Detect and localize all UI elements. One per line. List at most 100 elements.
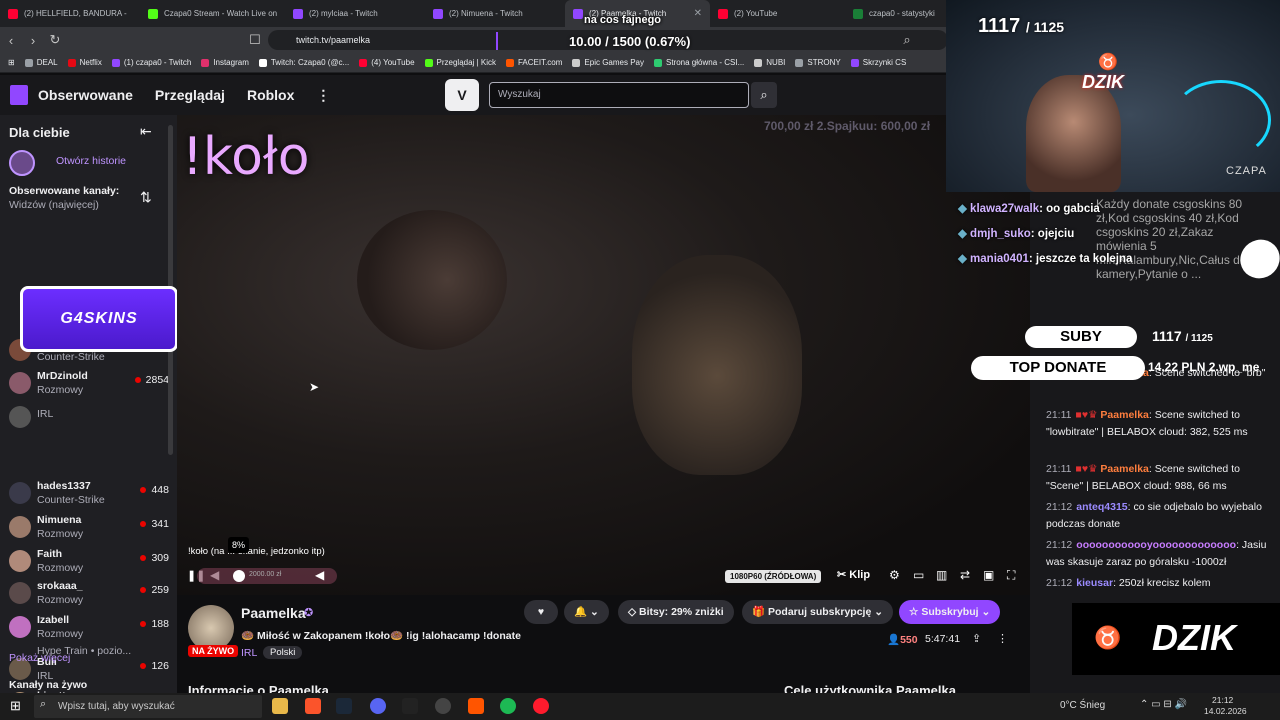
bookmark-item[interactable]: DEAL (24, 58, 58, 67)
category-link[interactable]: IRL (241, 647, 257, 659)
bookmark-item[interactable]: Netflix (67, 58, 102, 67)
file-explorer-icon[interactable] (272, 698, 288, 714)
obs-icon[interactable] (435, 698, 451, 714)
fullscreen-icon[interactable]: ⛶ (1007, 568, 1015, 583)
chat-username[interactable]: anteq4315 (1076, 501, 1127, 513)
theatre-icon[interactable]: ▥ (936, 568, 947, 582)
sidebar-channel[interactable]: Nimuena Rozmowy 341 (9, 514, 169, 546)
apps-grid-icon[interactable]: ⊞ (8, 58, 15, 67)
bookmark-item[interactable]: Strona główna - CSI... (654, 58, 744, 67)
epic-icon[interactable] (402, 698, 418, 714)
search-icon[interactable]: ⌕ (751, 82, 777, 108)
bookmark-item[interactable]: (4) YouTube (359, 58, 415, 67)
webcam-overlay: 1117 / 1125 DZIK ♉ CZAPA (946, 0, 1280, 192)
sidebar-channel[interactable]: MrDzinold Rozmowy 2854 (9, 370, 169, 402)
chat-username[interactable]: oooooooooooyooooooooooooo (1076, 539, 1236, 551)
weather[interactable]: 0°C Śnieg (1060, 700, 1105, 711)
back-icon[interactable]: ‹ (0, 33, 22, 48)
sidebar-channel[interactable]: IRL (9, 404, 169, 436)
swap-icon[interactable]: ⇄ (960, 568, 970, 582)
live-channels-heading: Kanały na żywo (9, 679, 88, 691)
settings-icon[interactable]: ⚙ (889, 568, 900, 582)
browser-tab[interactable]: (2) HELLFIELD, BANDURA - (0, 0, 140, 27)
chat-username[interactable]: Paamelka (1100, 463, 1148, 475)
bookmark-label: Przeglądaj | Kick (436, 58, 496, 67)
faceit-icon[interactable] (468, 698, 484, 714)
bookmark-favicon-icon (359, 58, 368, 67)
video-player[interactable]: !koło 700,00 zł 2.Spajkuu: 600,00 zł ➤ !… (177, 115, 1030, 595)
tab-label: (2) HELLFIELD, BANDURA - (24, 9, 127, 18)
site-logo-icon[interactable]: V (445, 79, 479, 111)
chat-badges-icon: ■♥♛ (1075, 409, 1101, 421)
sidebar-channel[interactable]: hades1337 Counter-Strike 448 (9, 480, 169, 512)
browser-tab[interactable]: (2) Nimuena - Twitch (425, 0, 565, 27)
overlay-chat-colon: : (1028, 253, 1036, 265)
more-options-icon[interactable]: ⋮ (997, 632, 1008, 645)
nav-following[interactable]: Obserwowane (38, 87, 133, 103)
channel-game: IRL (37, 408, 54, 420)
sidebar-channel[interactable]: srokaaa_ Rozmowy 259 (9, 580, 169, 612)
discord-icon[interactable] (370, 698, 386, 714)
chevron-down-icon: ⌄ (871, 606, 884, 618)
show-more-link[interactable]: Pokaż więcej (9, 652, 70, 664)
g4skins-text: G4SKINS (60, 310, 138, 327)
forward-icon[interactable]: › (22, 33, 44, 48)
stories-avatar[interactable] (9, 150, 35, 176)
browser-tab[interactable]: (2) YouTube (710, 0, 845, 27)
windows-start-icon[interactable]: ⊞ (10, 698, 21, 714)
tray-icons[interactable]: ⌃ ▭ ⊟ 🔊 (1140, 699, 1187, 710)
channel-name[interactable]: Paamelka (241, 605, 306, 621)
tab-favicon-icon (853, 8, 863, 19)
opera-icon[interactable] (533, 698, 549, 714)
bookmark-item[interactable]: Epic Games Pay (572, 58, 644, 67)
volume-slider-thumb[interactable] (233, 570, 245, 582)
zoom-icon[interactable]: ⌕ (896, 32, 918, 48)
brave-icon[interactable] (305, 698, 321, 714)
bookmark-item[interactable]: FACEIT.com (505, 58, 562, 67)
more-icon[interactable]: ⋮ (316, 87, 330, 104)
subscribe-button[interactable]: ☆ Subskrybuj ⌄ (899, 600, 1001, 624)
open-stories-link[interactable]: Otwórz historie (56, 155, 126, 167)
nav-roblox[interactable]: Roblox (247, 87, 294, 103)
nav-browse[interactable]: Przeglądaj (155, 87, 225, 103)
bookmark-item[interactable]: Twitch: Czapa0 (@c... (258, 58, 349, 67)
bookmark-item[interactable]: STRONY (795, 58, 841, 67)
browser-tab[interactable]: (2) mylciaa - Twitch (285, 0, 425, 27)
overlay-chat-line: ◆ mania0401: jeszcze ta kolejna (958, 251, 1132, 265)
quality-badge[interactable]: 1080P60 (ŹRÓDŁOWA) (725, 570, 822, 583)
bookmark-item[interactable]: NUBI (754, 58, 785, 67)
cast-icon[interactable]: ▭ (913, 568, 924, 582)
bookmark-item[interactable]: Przeglądaj | Kick (424, 58, 496, 67)
twitch-logo-icon[interactable] (10, 85, 28, 105)
volume-max-icon[interactable]: ◀ (315, 568, 324, 582)
bookmark-item[interactable]: Instagram (201, 58, 249, 67)
share-icon[interactable]: ⇪ (972, 632, 981, 645)
clip-button[interactable]: ✂ Klip (837, 568, 870, 581)
bookmark-item[interactable]: (1) czapa0 - Twitch (111, 58, 191, 67)
suby-counter: 1117 / 1125 (1152, 328, 1213, 344)
tag-polski[interactable]: Polski (263, 646, 303, 659)
bits-button[interactable]: ◇ Bitsy: 29% zniżki (618, 600, 734, 624)
chat-username[interactable]: kieusar (1076, 577, 1113, 589)
notifications-bell-icon[interactable]: 🔔 ⌄ (564, 600, 609, 624)
search-input[interactable]: Wyszukaj (489, 82, 749, 108)
chat-text: 250zł krecisz kolem (1118, 577, 1211, 589)
reload-icon[interactable]: ↻ (44, 32, 66, 48)
sort-icon[interactable]: ⇅ (140, 189, 152, 206)
taskbar-search[interactable]: Wpisz tutaj, aby wyszukać (34, 695, 262, 718)
steam-icon[interactable] (336, 698, 352, 714)
bookmark-icon[interactable]: ☐ (244, 32, 266, 48)
bookmark-item[interactable]: Skrzynki CS (850, 58, 906, 67)
browser-tab[interactable]: Czapa0 Stream - Watch Live on (140, 0, 285, 27)
pip-icon[interactable]: ▣ (983, 568, 994, 582)
chat-username[interactable]: Paamelka (1100, 409, 1148, 421)
gift-sub-button[interactable]: 🎁 Podaruj subskrypcję ⌄ (742, 600, 894, 624)
spotify-icon[interactable] (500, 698, 516, 714)
overlay-chat-line: ◆ klawa27walk: oo gabcia (958, 201, 1100, 215)
sidebar-channel[interactable]: Izabell Rozmowy 188 (9, 614, 169, 646)
channel-name: Izabell (37, 614, 70, 626)
close-tab-icon[interactable]: ✕ (694, 8, 702, 19)
follow-heart-icon[interactable]: ♥ (524, 600, 558, 624)
sidebar-channel[interactable]: Faith Rozmowy 309 (9, 548, 169, 580)
collapse-sidebar-icon[interactable]: ⇤ (140, 123, 152, 140)
